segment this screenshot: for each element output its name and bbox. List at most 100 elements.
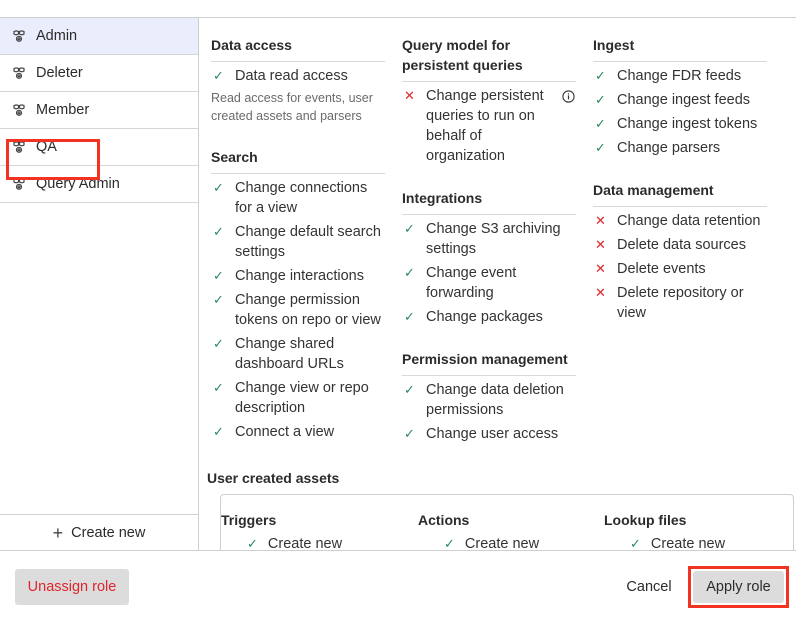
check-icon: ✓ bbox=[213, 180, 224, 195]
check-icon: ✓ bbox=[444, 536, 455, 550]
permission-item: ✓ Create new bbox=[604, 536, 725, 550]
asset-group-actions: Actions ✓ Create new bbox=[418, 512, 539, 550]
permission-item: ✓ Create new bbox=[418, 536, 539, 550]
role-label: Query Admin bbox=[36, 176, 120, 192]
permission-label: Change persistent queries to run on beha… bbox=[426, 88, 544, 164]
permission-item: ✓ Change default search settings bbox=[211, 222, 385, 262]
permission-label: Change packages bbox=[426, 309, 543, 325]
permission-label: Delete data sources bbox=[617, 237, 746, 253]
check-icon: ✓ bbox=[404, 426, 415, 441]
role-item-qa[interactable]: QA bbox=[0, 129, 198, 166]
check-icon: ✓ bbox=[595, 140, 606, 155]
cancel-button[interactable]: Cancel bbox=[614, 569, 684, 605]
role-label: Member bbox=[36, 102, 90, 118]
permissions-column-2: Query model for persistent queries ✕ Cha… bbox=[402, 18, 576, 444]
x-icon: ✕ bbox=[595, 261, 606, 276]
permission-item: ✓ Change interactions bbox=[211, 266, 385, 286]
permission-label: Change ingest tokens bbox=[617, 116, 758, 132]
role-item-query-admin[interactable]: Query Admin bbox=[0, 166, 198, 203]
asset-group-title: Lookup files bbox=[604, 512, 687, 528]
permission-label: Delete events bbox=[617, 261, 706, 277]
check-icon: ✓ bbox=[213, 424, 224, 439]
section-title-integrations: Integrations bbox=[402, 166, 576, 215]
role-label: QA bbox=[36, 139, 57, 155]
check-icon: ✓ bbox=[404, 382, 415, 397]
role-item-deleter[interactable]: Deleter bbox=[0, 55, 198, 92]
permission-item: ✓ Change user access bbox=[402, 424, 576, 444]
permission-label: Data read access bbox=[235, 68, 348, 84]
check-icon: ✓ bbox=[595, 68, 606, 83]
permission-item: ✓ Change packages bbox=[402, 307, 576, 327]
permission-item: ✓ Change FDR feeds bbox=[593, 66, 767, 86]
permission-label: Change parsers bbox=[617, 140, 721, 156]
user-created-assets-box: Triggers ✓ Create new Actions ✓ Create new… bbox=[220, 494, 794, 550]
role-mask-icon bbox=[12, 29, 26, 43]
check-icon: ✓ bbox=[595, 116, 606, 131]
permission-item: ✕ Change persistent queries to run on be… bbox=[402, 86, 576, 166]
roles-list: Admin Deleter Member QA Query Admin bbox=[0, 18, 198, 203]
permission-item: ✕ Change data retention bbox=[593, 211, 767, 231]
permission-label: Change S3 archiving settings bbox=[426, 221, 561, 257]
permissions-column-3: Ingest ✓ Change FDR feeds ✓ Change ingest … bbox=[593, 18, 767, 323]
check-icon: ✓ bbox=[213, 68, 224, 83]
permission-item: ✓ Change data deletion permissions bbox=[402, 380, 576, 420]
section-title-data-access: Data access bbox=[211, 18, 385, 62]
section-title-data-management: Data management bbox=[593, 158, 767, 207]
unassign-role-button[interactable]: Unassign role bbox=[15, 569, 129, 605]
apply-role-button[interactable]: Apply role bbox=[693, 571, 784, 603]
check-icon: ✓ bbox=[404, 221, 415, 236]
check-icon: ✓ bbox=[404, 265, 415, 280]
permission-label: Create new bbox=[464, 536, 540, 550]
section-title-permission-management: Permission management bbox=[402, 327, 576, 376]
role-item-admin[interactable]: Admin bbox=[0, 18, 198, 55]
check-icon: ✓ bbox=[213, 292, 224, 307]
section-title-ingest: Ingest bbox=[593, 18, 767, 62]
check-icon: ✓ bbox=[213, 224, 224, 239]
role-mask-icon bbox=[12, 140, 26, 154]
permission-item: ✓ Change event forwarding bbox=[402, 263, 576, 303]
x-icon: ✕ bbox=[595, 213, 606, 228]
asset-group-title: Triggers bbox=[221, 512, 277, 528]
permission-item: ✓ Change connections for a view bbox=[211, 178, 385, 218]
check-icon: ✓ bbox=[213, 380, 224, 395]
permission-item: ✓ Change ingest feeds bbox=[593, 90, 767, 110]
data-access-description: Read access for events, user created ass… bbox=[211, 91, 373, 123]
check-icon: ✓ bbox=[630, 536, 641, 550]
section-title-user-created-assets: User created assets bbox=[207, 470, 340, 486]
permission-label: Change event forwarding bbox=[426, 265, 517, 301]
info-icon[interactable] bbox=[562, 89, 576, 109]
permission-item: ✓ Data read access bbox=[211, 66, 385, 86]
asset-group-lookup-files: Lookup files ✓ Create new bbox=[604, 512, 725, 550]
create-new-label: Create new bbox=[71, 524, 146, 541]
x-icon: ✕ bbox=[595, 285, 606, 300]
check-icon: ✓ bbox=[404, 309, 415, 324]
x-icon: ✕ bbox=[404, 88, 415, 103]
permission-label: Change connections for a view bbox=[235, 180, 368, 216]
permission-label: Create new bbox=[267, 536, 343, 550]
role-item-member[interactable]: Member bbox=[0, 92, 198, 129]
check-icon: ✓ bbox=[213, 268, 224, 283]
dialog-footer: Unassign role Cancel Apply role bbox=[0, 550, 796, 619]
permission-item: ✓ Change view or repo description bbox=[211, 378, 385, 418]
permission-item: ✕ Delete repository or view bbox=[593, 283, 767, 323]
permission-item: ✕ Delete events bbox=[593, 259, 767, 279]
permission-item: ✓ Change S3 archiving settings bbox=[402, 219, 576, 259]
role-label: Admin bbox=[36, 28, 78, 44]
x-icon: ✕ bbox=[595, 237, 606, 252]
permission-label: Connect a view bbox=[235, 424, 335, 440]
permissions-column-1: Data access ✓ Data read access Read acce… bbox=[211, 18, 385, 442]
role-mask-icon bbox=[12, 177, 26, 191]
role-mask-icon bbox=[12, 103, 26, 117]
permission-label: Change view or repo description bbox=[235, 380, 369, 416]
permission-label: Change ingest feeds bbox=[617, 92, 751, 108]
permission-item: ✕ Delete data sources bbox=[593, 235, 767, 255]
create-new-role-button[interactable]: + Create new bbox=[0, 514, 198, 550]
check-icon: ✓ bbox=[595, 92, 606, 107]
plus-icon: + bbox=[52, 522, 64, 543]
permission-label: Change FDR feeds bbox=[617, 68, 742, 84]
section-title-query-model: Query model for persistent queries bbox=[402, 18, 576, 82]
permission-item: ✓ Change parsers bbox=[593, 138, 767, 158]
permission-item: ✓ Change permission tokens on repo or vie… bbox=[211, 290, 385, 330]
asset-group-triggers: Triggers ✓ Create new bbox=[221, 512, 342, 550]
permission-label: Change user access bbox=[426, 426, 559, 442]
